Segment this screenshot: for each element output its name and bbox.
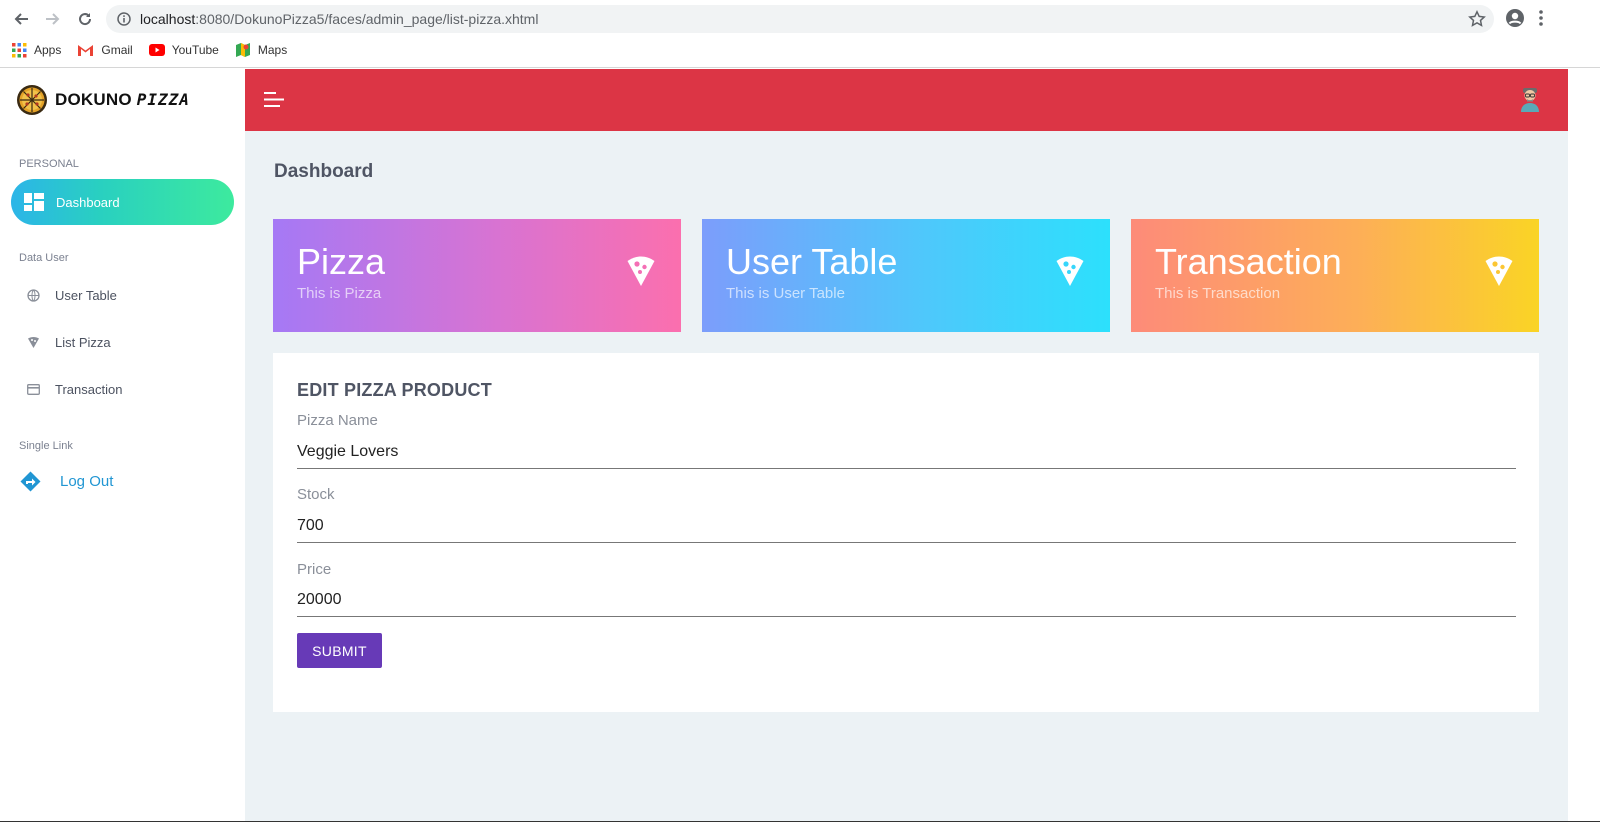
sidebar-item-list-pizza[interactable]: List Pizza: [27, 335, 111, 350]
maps-icon: [235, 43, 250, 57]
pizza-slice-icon: [627, 255, 655, 291]
bookmark-star-icon[interactable]: [1468, 10, 1486, 33]
section-data-user: Data User: [19, 252, 69, 264]
main-content: Dashboard Pizza This is Pizza User Table…: [245, 131, 1568, 821]
bookmark-label: Apps: [34, 43, 62, 57]
card-title: Pizza: [297, 241, 386, 282]
bookmark-gmail[interactable]: Gmail: [77, 40, 133, 60]
info-icon[interactable]: [117, 12, 131, 31]
card-subtitle: This is User Table: [726, 285, 845, 302]
profile-icon[interactable]: [1505, 8, 1525, 33]
reload-icon[interactable]: [75, 9, 95, 29]
bookmark-label: YouTube: [171, 43, 219, 57]
browser-toolbar: localhost:8080/DokunoPizza5/faces/admin_…: [0, 0, 1600, 68]
price-input[interactable]: [297, 583, 1516, 617]
brand-logo[interactable]: DOKUNO PIZZA: [0, 69, 245, 131]
pizza-icon: [28, 337, 39, 348]
back-icon[interactable]: [11, 9, 31, 29]
globe-icon: [27, 289, 40, 302]
card-subtitle: This is Pizza: [297, 285, 382, 302]
pizza-logo-icon: [17, 85, 47, 115]
logout-label: Log Out: [60, 473, 114, 490]
user-table-card[interactable]: User Table This is User Table: [702, 219, 1110, 332]
sidebar-item-label: List Pizza: [55, 335, 111, 350]
bookmark-label: Gmail: [101, 43, 133, 57]
page-scroll-area: [1568, 69, 1600, 821]
pizza-card[interactable]: Pizza This is Pizza: [273, 219, 681, 332]
transaction-card[interactable]: Transaction This is Transaction: [1131, 219, 1539, 332]
sidebar-item-label: Transaction: [55, 382, 123, 397]
logout-arrow-icon: [20, 471, 41, 492]
window-bottom-edge: [0, 821, 1600, 838]
price-label: Price: [297, 561, 332, 578]
form-title: EDIT PIZZA PRODUCT: [297, 380, 492, 400]
logout-link[interactable]: Log Out: [20, 471, 113, 492]
bookmarks-bar: Apps Gmail YouTube Maps: [12, 40, 303, 60]
sidebar-item-label: User Table: [55, 288, 117, 303]
page-title: Dashboard: [274, 161, 374, 182]
submit-button[interactable]: SUBMIT: [297, 633, 382, 668]
pizza-name-label: Pizza Name: [297, 412, 378, 429]
bookmark-youtube[interactable]: YouTube: [148, 40, 219, 60]
sidebar-item-dashboard[interactable]: Dashboard: [11, 179, 234, 225]
top-header: [245, 69, 1568, 131]
gmail-icon: [78, 44, 94, 56]
stock-label: Stock: [297, 486, 335, 503]
address-bar[interactable]: localhost:8080/DokunoPizza5/faces/admin_…: [106, 5, 1494, 33]
section-single-link: Single Link: [19, 440, 73, 452]
brand-name: DOKUNO PIZZA: [55, 90, 190, 109]
bookmark-maps[interactable]: Maps: [235, 40, 287, 60]
section-personal: PERSONAL: [19, 158, 79, 170]
card-title: Transaction: [1155, 241, 1342, 282]
bookmark-apps[interactable]: Apps: [12, 40, 61, 60]
url-text: localhost:8080/DokunoPizza5/faces/admin_…: [140, 11, 539, 27]
pizza-slice-icon: [1056, 255, 1084, 291]
card-title: User Table: [726, 241, 898, 282]
card-subtitle: This is Transaction: [1155, 285, 1281, 302]
sidebar-item-label: Dashboard: [56, 194, 120, 210]
menu-toggle-icon[interactable]: [264, 91, 285, 113]
dashboard-icon: [24, 193, 44, 211]
stock-input[interactable]: [297, 509, 1516, 543]
user-avatar[interactable]: [1519, 86, 1541, 117]
sidebar: DOKUNO PIZZA PERSONAL Dashboard Data Use…: [0, 69, 245, 821]
pizza-slice-icon: [1485, 255, 1513, 291]
edit-pizza-form: EDIT PIZZA PRODUCT Pizza Name Stock Pric…: [273, 353, 1539, 712]
card-icon: [27, 384, 40, 395]
browser-menu-icon[interactable]: [1538, 8, 1544, 33]
forward-icon[interactable]: [43, 9, 63, 29]
apps-grid-icon: [12, 42, 27, 57]
youtube-icon: [148, 44, 165, 56]
sidebar-item-user-table[interactable]: User Table: [27, 288, 117, 303]
sidebar-item-transaction[interactable]: Transaction: [27, 382, 122, 397]
pizza-name-input[interactable]: [297, 435, 1516, 469]
bookmark-label: Maps: [257, 43, 288, 57]
